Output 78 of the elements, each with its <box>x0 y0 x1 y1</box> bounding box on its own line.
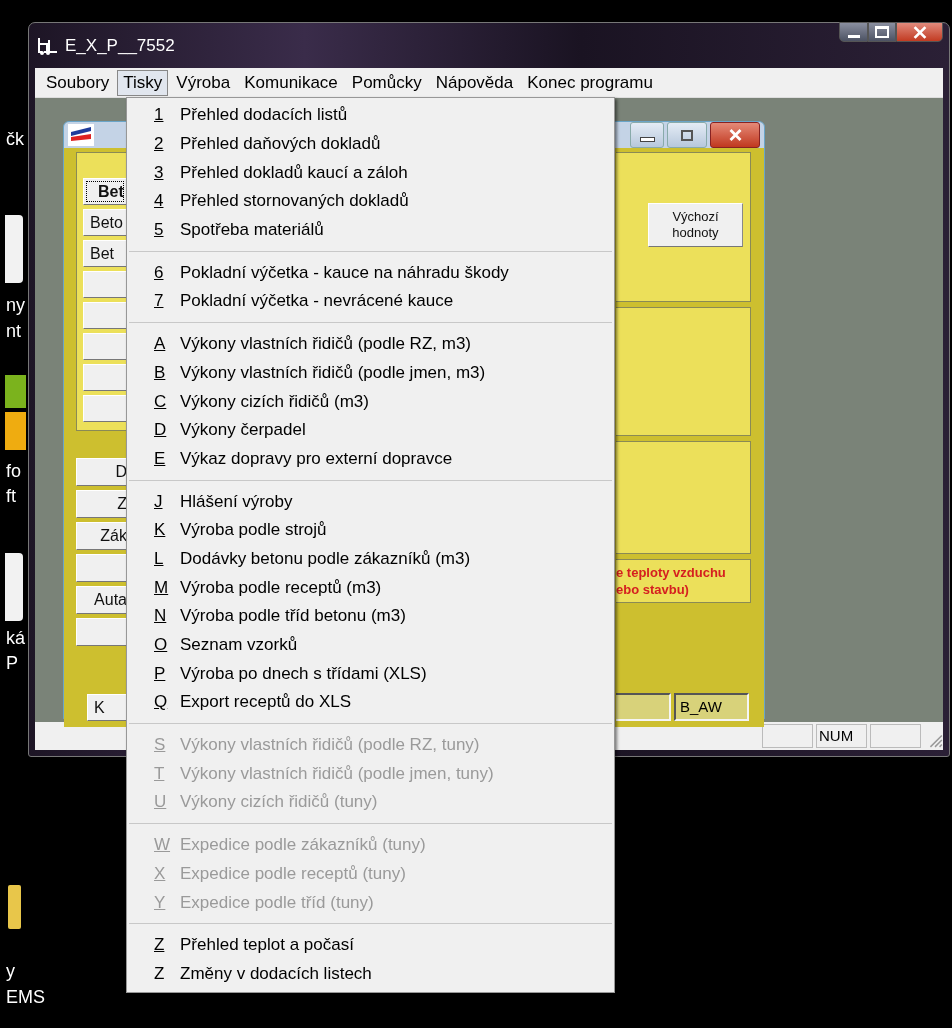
minimize-button[interactable] <box>839 22 868 42</box>
status-field: B_AW <box>674 693 749 721</box>
desktop-label[interactable]: EMS <box>6 986 45 1008</box>
close-button[interactable] <box>896 22 943 42</box>
status-panel <box>870 724 921 748</box>
menu-item[interactable]: L Dodávky betonu podle zákazníků (m3) <box>127 544 614 574</box>
menu-item[interactable]: N Výroba podle tříd betonu (m3) <box>127 602 614 631</box>
close-button[interactable] <box>710 122 760 148</box>
menu-title[interactable]: Komunikace <box>238 69 344 96</box>
logo-icon <box>68 124 94 146</box>
form-button[interactable] <box>83 364 127 391</box>
form-button[interactable]: D <box>76 458 127 486</box>
menu-title[interactable]: Konec programu <box>521 69 659 96</box>
menu-item[interactable]: Z Změny v dodacích listech <box>127 959 614 989</box>
menu-item[interactable]: C Výkony cizích řidičů (m3) <box>127 387 614 416</box>
forklift-icon <box>37 35 59 56</box>
form-button[interactable] <box>76 618 127 646</box>
defaults-button[interactable]: Výchozí hodnoty <box>648 203 743 247</box>
menu-item[interactable]: 7 Pokladní výčetka - nevrácené kauce <box>127 287 614 316</box>
menu-title[interactable]: Výroba <box>170 69 237 96</box>
folder-icon <box>8 885 21 929</box>
menu-item[interactable]: B Výkony vlastních řidičů (podle jmen, m3) <box>127 358 614 388</box>
app-icon <box>5 412 26 450</box>
form-button[interactable]: Zák <box>76 522 127 550</box>
file-icon <box>5 215 23 283</box>
form-button[interactable]: Beto <box>83 209 127 236</box>
desktop-label[interactable]: čk <box>6 128 24 150</box>
minimize-button[interactable] <box>630 122 664 148</box>
file-icon <box>5 553 23 621</box>
menu-item[interactable]: 2 Přehled daňových dokladů <box>127 129 614 159</box>
menu-item[interactable]: E Výkaz dopravy pro externí dopravce <box>127 444 614 474</box>
menu-title[interactable]: Tisky <box>117 69 169 96</box>
window-title: E_X_P__7552 <box>65 35 175 56</box>
desktop-label[interactable]: fo <box>6 460 21 482</box>
maximize-button[interactable] <box>868 22 896 42</box>
close-icon <box>911 25 928 39</box>
desktop-label[interactable]: ny <box>6 294 25 316</box>
menu-item[interactable]: Z Přehled teplot a počasí <box>127 930 614 960</box>
app-icon <box>5 375 26 408</box>
form-button[interactable]: Auta <box>76 586 127 614</box>
status-panel <box>762 724 813 748</box>
warning-text: ebo stavbu) <box>616 581 690 598</box>
menu-title[interactable]: Soubory <box>40 69 116 96</box>
form-button[interactable] <box>83 271 127 298</box>
menu-item[interactable]: K Výroba podle strojů <box>127 515 614 545</box>
menu-item[interactable]: 3 Přehled dokladů kaucí a záloh <box>127 158 614 188</box>
warning-text: e teploty vzduchu <box>616 564 727 581</box>
form-button[interactable]: K <box>87 694 127 721</box>
menu-item[interactable]: D Výkony čerpadel <box>127 415 614 445</box>
menu-item[interactable]: M Výroba podle receptů (m3) <box>127 573 614 602</box>
menu-title[interactable]: Nápověda <box>429 69 520 96</box>
form-button[interactable] <box>76 554 127 582</box>
desktop-label[interactable]: ká <box>6 627 25 649</box>
form-button[interactable]: Bet <box>83 178 127 205</box>
close-icon <box>727 129 743 141</box>
desktop-label[interactable]: nt <box>6 320 21 342</box>
form-button[interactable]: Bet <box>83 240 127 267</box>
menu-item[interactable]: J Hlášení výroby <box>127 487 614 516</box>
menu-item[interactable]: P Výroba po dnech s třídami (XLS) <box>127 659 614 689</box>
menu-title[interactable]: Pomůcky <box>345 69 428 96</box>
form-button[interactable] <box>83 333 127 360</box>
menu-item[interactable]: O Seznam vzorků <box>127 630 614 660</box>
maximize-button[interactable] <box>667 122 707 148</box>
status-field <box>616 693 671 721</box>
form-button[interactable] <box>83 395 127 422</box>
desktop-label[interactable]: P <box>6 652 18 674</box>
menu-item[interactable]: A Výkony vlastních řidičů (podle RZ, m3) <box>127 329 614 359</box>
menu-item[interactable]: 5 Spotřeba materiálů <box>127 215 614 245</box>
resize-grip-icon[interactable] <box>927 732 943 748</box>
status-panel: NUM <box>816 724 867 748</box>
form-button[interactable]: Z <box>76 490 127 518</box>
form-button[interactable] <box>83 302 127 329</box>
menu-item[interactable]: Q Export receptů do XLS <box>127 688 614 717</box>
menu-item[interactable]: 6 Pokladní výčetka - kauce na náhradu škody <box>127 258 614 288</box>
desktop-label[interactable]: ft <box>6 485 16 507</box>
menu-item[interactable]: 4 Přehled stornovaných dokladů <box>127 187 614 216</box>
desktop-label[interactable]: y <box>6 960 15 982</box>
menu-item[interactable]: 1 Přehled dodacích listů <box>127 101 614 130</box>
